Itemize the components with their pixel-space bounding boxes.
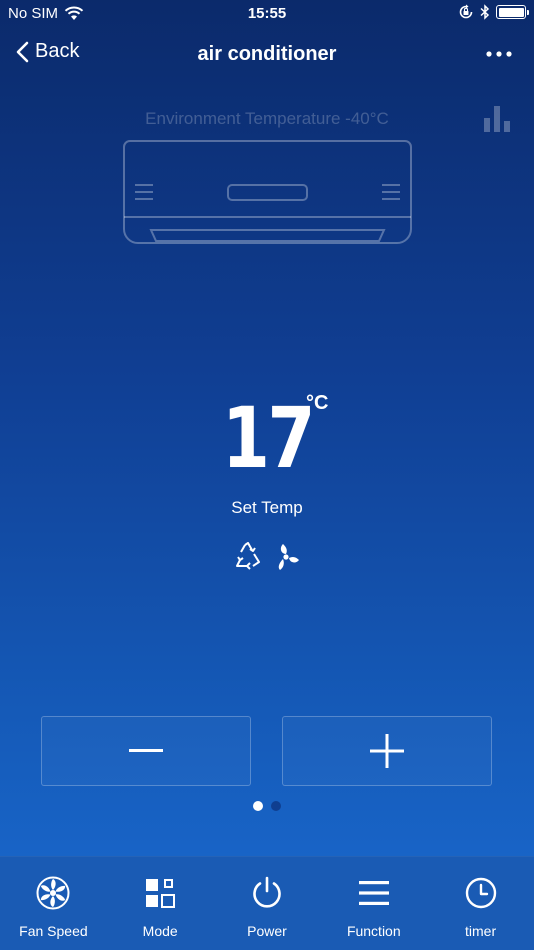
tab-mode[interactable]: Mode — [107, 857, 214, 950]
menu-icon — [358, 881, 389, 905]
mode-icon — [146, 879, 176, 908]
tab-label-fan-speed: Fan Speed — [19, 923, 88, 939]
bar-chart-icon — [484, 106, 510, 132]
battery-level — [498, 7, 524, 17]
status-right — [458, 4, 529, 20]
tab-label-mode: Mode — [142, 923, 178, 939]
tab-timer[interactable]: timer — [427, 857, 534, 950]
decrease-temperature-button[interactable] — [41, 716, 251, 786]
minus-icon — [129, 749, 163, 752]
bottom-tab-bar: Fan Speed Mode Power Function timer — [0, 856, 534, 950]
tab-function[interactable]: Function — [320, 857, 427, 950]
temperature-unit: °C — [306, 392, 329, 414]
status-time: 15:55 — [247, 5, 287, 22]
fan-icon — [278, 544, 299, 570]
status-bar: No SIM 15:55 — [0, 0, 534, 28]
tab-label-power: Power — [247, 923, 287, 939]
bluetooth-icon — [480, 4, 490, 20]
increase-temperature-button[interactable] — [282, 716, 492, 786]
page-title: air conditioner — [197, 43, 337, 65]
set-temp-label: Set Temp — [231, 498, 303, 517]
fan-speed-icon — [36, 876, 70, 910]
environment-temperature: Environment Temperature -40°C — [145, 109, 389, 128]
more-dots-icon — [486, 51, 512, 57]
tab-label-timer: timer — [465, 923, 497, 939]
rotation-lock-icon — [459, 4, 473, 19]
more-button[interactable] — [486, 44, 512, 62]
tab-power[interactable]: Power — [214, 857, 321, 950]
power-icon — [253, 876, 281, 908]
statistics-button[interactable] — [484, 104, 510, 137]
tab-label-function: Function — [346, 923, 401, 939]
plus-icon — [370, 734, 404, 768]
page-dot-2[interactable] — [271, 801, 281, 811]
battery-icon — [496, 5, 529, 19]
recycle-icon — [236, 542, 260, 570]
nav-bar: Back air conditioner — [0, 34, 534, 78]
mode-status-icons — [0, 542, 534, 572]
page-indicator — [0, 801, 534, 811]
temperature-display: 17 °C — [0, 388, 534, 488]
clock-icon — [465, 877, 496, 909]
set-temperature-value: 17 — [221, 389, 315, 487]
tab-fan-speed[interactable]: Fan Speed — [0, 857, 107, 950]
page-dot-1[interactable] — [253, 801, 263, 811]
air-conditioner-illustration — [123, 140, 412, 244]
